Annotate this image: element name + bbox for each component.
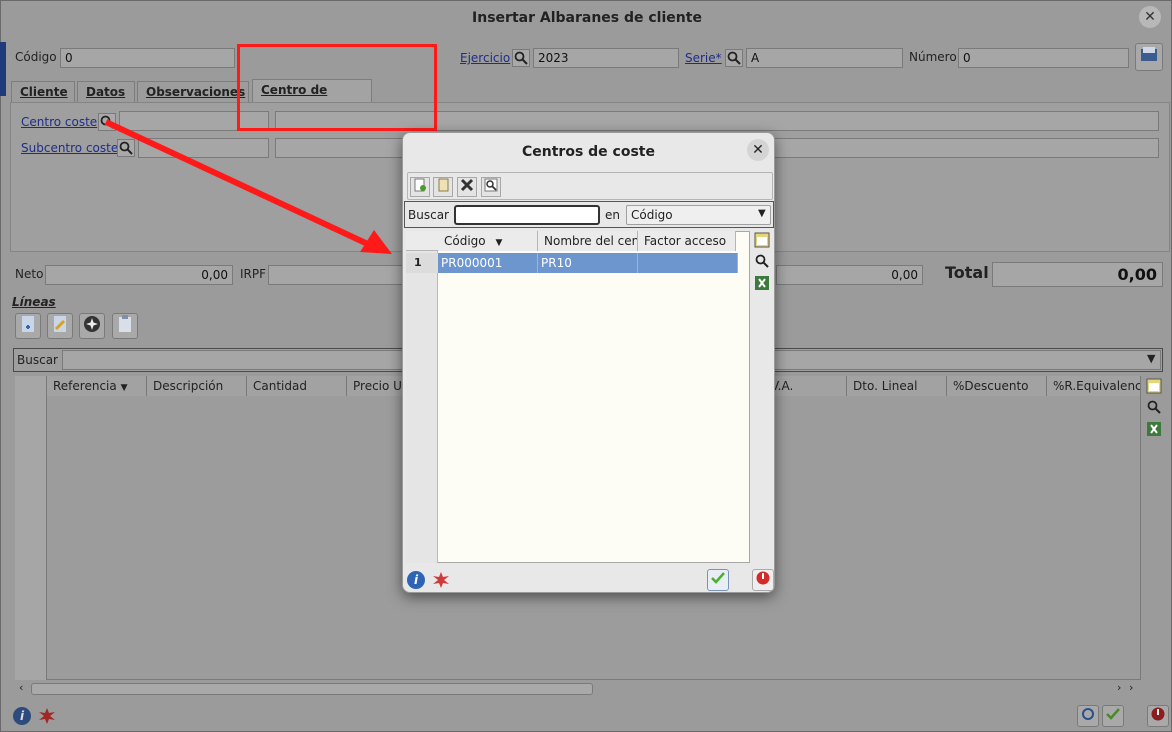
dialog-cell-nombre[interactable]: PR10	[538, 253, 638, 273]
dialog-row-header	[406, 231, 438, 563]
dialog-search-input[interactable]	[454, 205, 600, 225]
dialog-search-icon[interactable]	[753, 253, 771, 271]
dialog-search-label: Buscar	[408, 208, 449, 222]
dialog-info-icon[interactable]: i	[407, 571, 425, 589]
new-record-icon[interactable]	[410, 177, 430, 197]
centros-de-coste-dialog: Centros de coste ✕ Buscar en Código ▼ Có…	[402, 132, 775, 593]
dialog-col-codigo[interactable]: Código ▼	[438, 231, 538, 251]
dialog-cancel-icon[interactable]	[752, 569, 774, 591]
dialog-cell-factor[interactable]	[638, 253, 738, 273]
dialog-field-select[interactable]: Código	[626, 205, 771, 225]
dialog-col-nombre[interactable]: Nombre del cen	[538, 231, 638, 251]
dialog-config-columns-icon[interactable]	[753, 232, 771, 250]
dialog-search-in-label: en	[605, 208, 620, 222]
dialog-title: Centros de coste	[522, 144, 655, 160]
delete-record-icon[interactable]	[457, 177, 477, 197]
view-record-icon[interactable]	[481, 177, 501, 197]
copy-record-icon[interactable]	[433, 177, 453, 197]
select-chevron-down-icon[interactable]: ▼	[758, 208, 766, 219]
dialog-row-number[interactable]: 1	[406, 253, 438, 273]
dialog-col-factor[interactable]: Factor acceso	[638, 231, 736, 251]
dialog-close-icon[interactable]: ✕	[747, 139, 769, 161]
dialog-bug-icon[interactable]	[431, 570, 451, 590]
dialog-cell-codigo[interactable]: PR000001	[438, 253, 538, 273]
dialog-accept-icon[interactable]	[707, 569, 729, 591]
dialog-table	[406, 231, 750, 563]
dialog-excel-icon[interactable]	[753, 275, 771, 293]
